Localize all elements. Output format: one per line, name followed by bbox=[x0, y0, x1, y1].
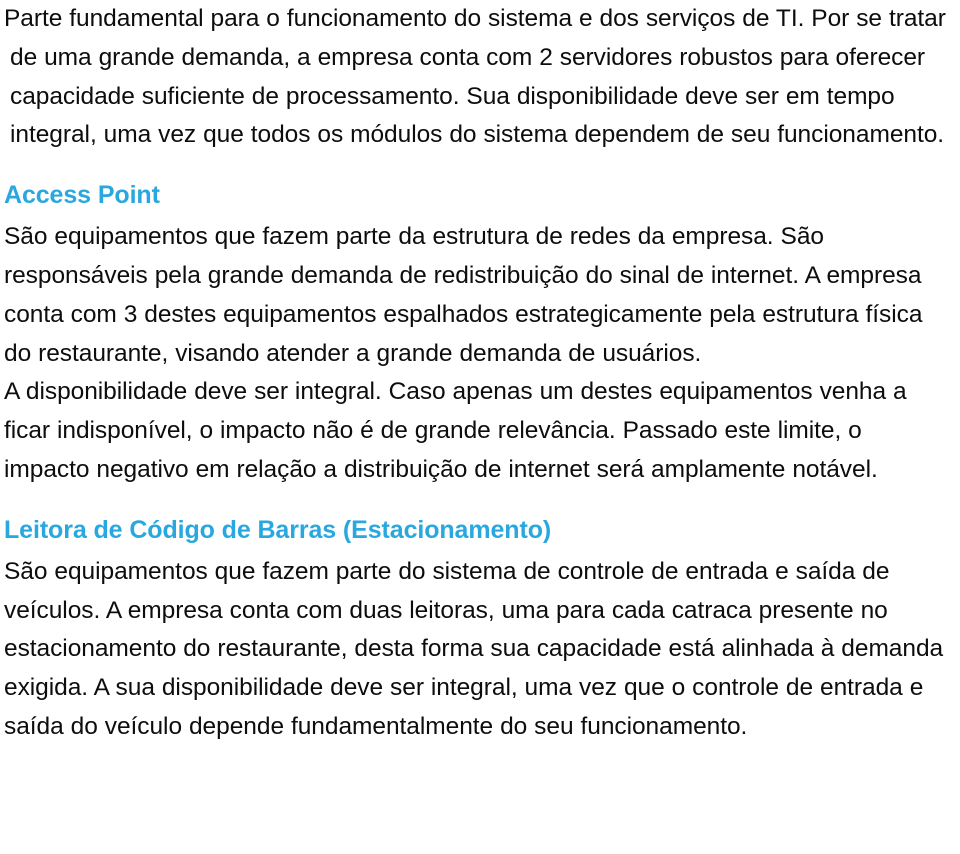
document-page: Parte fundamental para o funcionamento d… bbox=[0, 0, 960, 854]
section-heading-leitora-codigo-barras: Leitora de Código de Barras (Estacioname… bbox=[4, 515, 552, 544]
section-paragraph: São equipamentos que fazem parte do sist… bbox=[4, 557, 944, 740]
intro-paragraph: Parte fundamental para o funcionamento d… bbox=[4, 5, 946, 149]
section-heading-access-point: Access Point bbox=[4, 181, 160, 210]
section-paragraph: São equipamentos que fazem parte da estr… bbox=[4, 223, 923, 367]
section-paragraph: A disponibilidade deve ser integral. Cas… bbox=[4, 378, 907, 483]
